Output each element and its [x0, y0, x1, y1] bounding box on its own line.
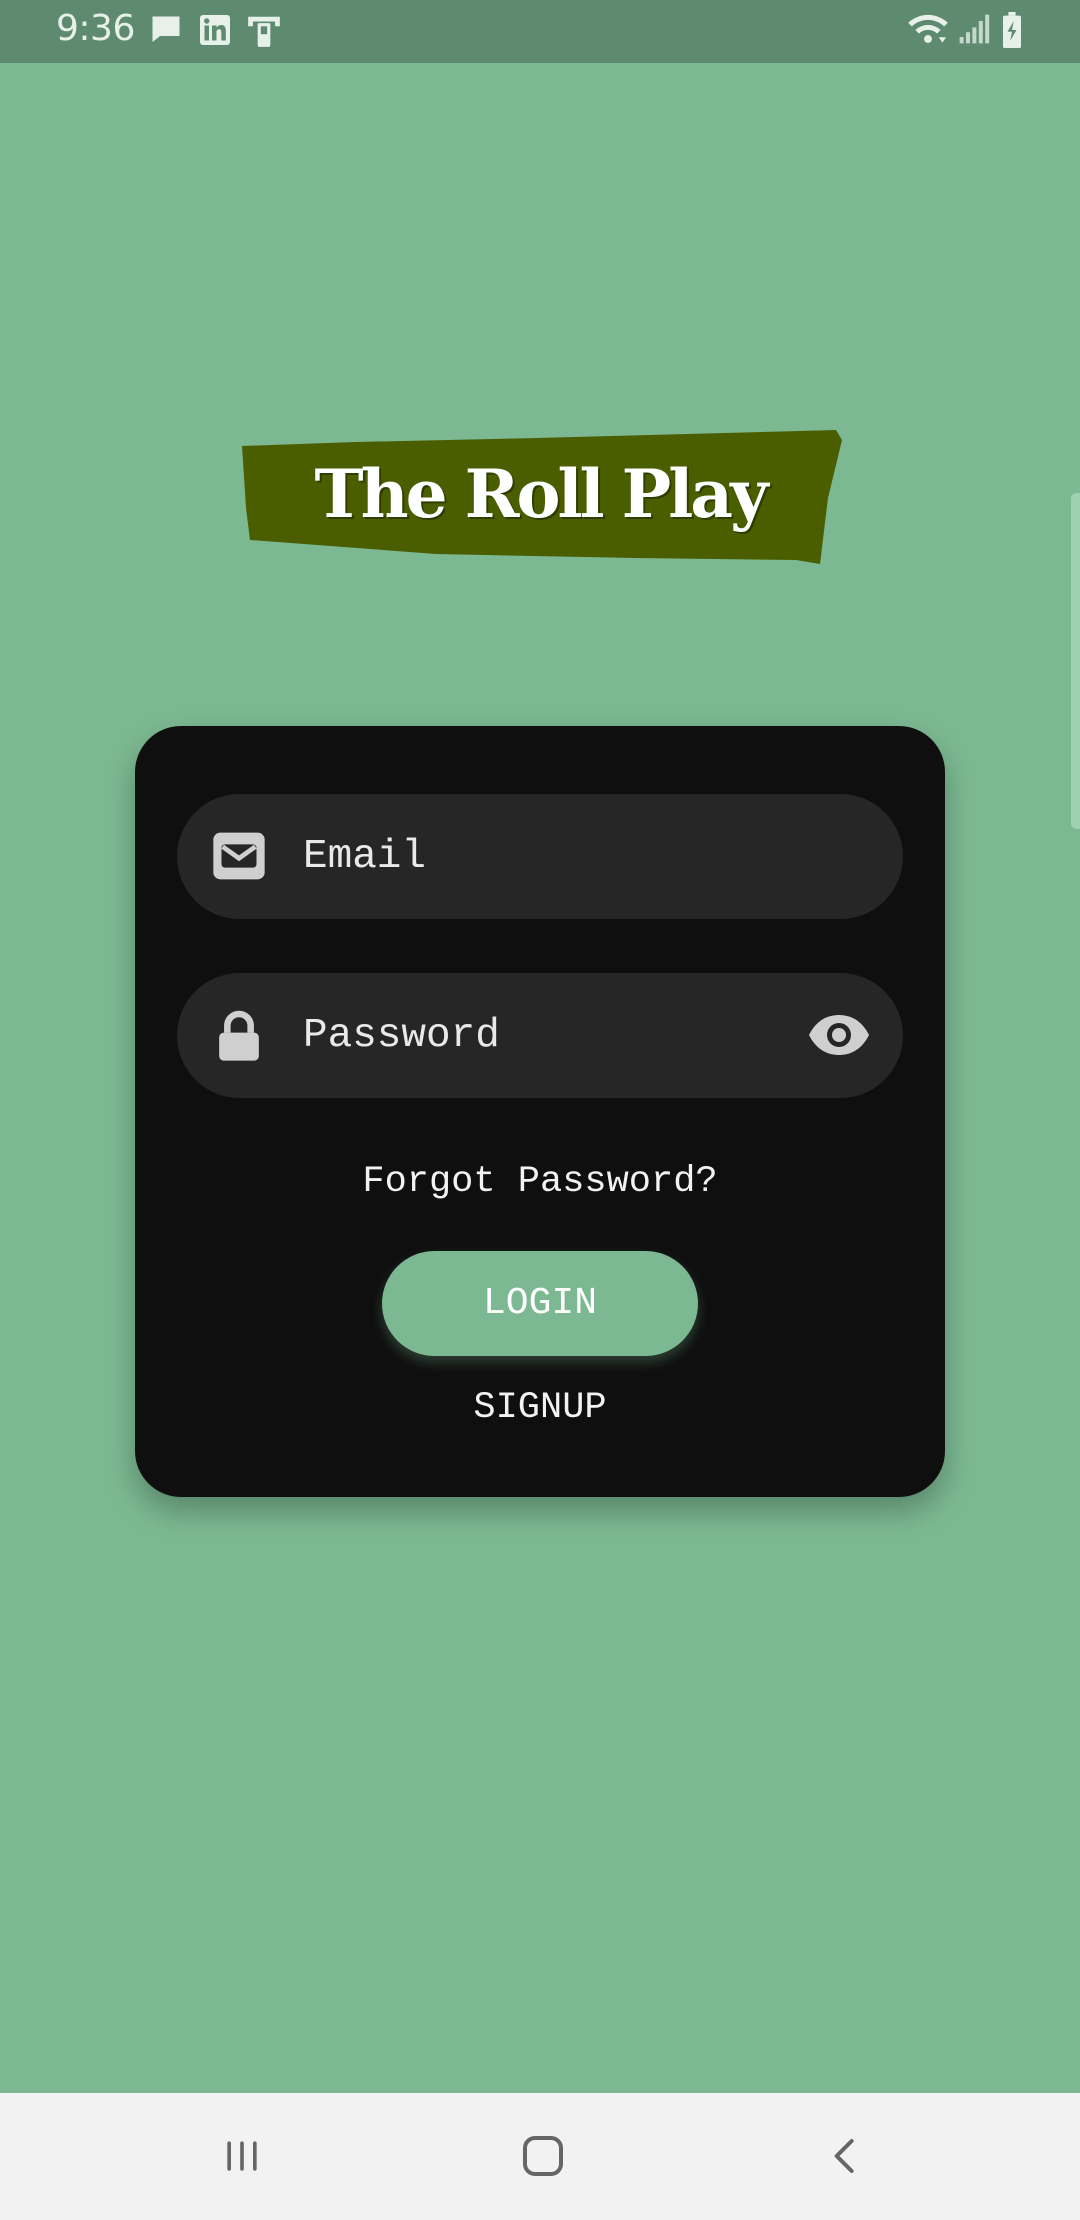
signup-button[interactable]: SIGNUP [135, 1378, 945, 1438]
login-screen: The Roll Play Forgot Password? LOGIN SIG… [0, 63, 1080, 2093]
logo-text: The Roll Play [314, 455, 769, 533]
eye-icon[interactable] [807, 1010, 871, 1060]
battery-charging-icon [1000, 12, 1024, 53]
signal-icon [958, 12, 990, 51]
recent-apps-icon[interactable] [202, 2123, 282, 2189]
forgot-password-link[interactable]: Forgot Password? [135, 1161, 945, 1203]
email-field[interactable] [177, 794, 903, 919]
pocket-icon [245, 12, 283, 55]
home-icon[interactable] [503, 2123, 583, 2189]
message-icon [148, 12, 184, 53]
email-input[interactable] [303, 794, 783, 919]
login-button[interactable]: LOGIN [382, 1251, 698, 1356]
linkedin-icon [197, 12, 233, 53]
login-card: Forgot Password? LOGIN SIGNUP [135, 726, 945, 1497]
back-icon[interactable] [805, 2123, 885, 2189]
status-bar: 9:36 [0, 0, 1080, 63]
password-field[interactable] [177, 973, 903, 1098]
envelope-icon [211, 828, 267, 884]
lock-icon [211, 1007, 267, 1063]
scroll-indicator[interactable] [1071, 493, 1080, 829]
password-input[interactable] [303, 973, 783, 1098]
app-logo: The Roll Play [236, 428, 844, 566]
navigation-bar [0, 2093, 1080, 2220]
wifi-icon [906, 12, 950, 53]
status-time: 9:36 [56, 8, 135, 49]
